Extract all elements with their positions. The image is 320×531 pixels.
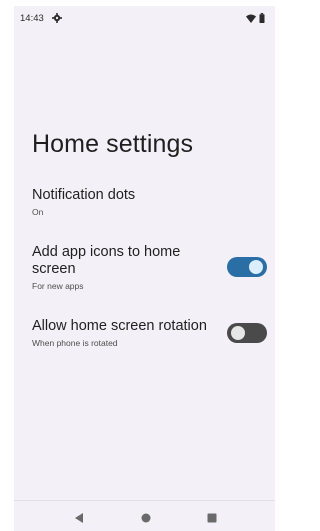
toggle-knob (231, 326, 245, 340)
toggle-knob (249, 260, 263, 274)
add-app-icons-toggle[interactable] (227, 257, 267, 277)
setting-subtitle: When phone is rotated (32, 338, 118, 348)
phone-screen: 14:43 Home settings Notification dots On… (14, 6, 275, 531)
settings-gear-icon (52, 13, 62, 23)
recents-icon[interactable] (205, 511, 219, 525)
setting-subtitle: For new apps (32, 281, 84, 291)
navigation-bar (14, 500, 275, 531)
setting-subtitle: On (32, 207, 44, 217)
home-icon[interactable] (139, 511, 153, 525)
status-bar: 14:43 (14, 6, 275, 30)
setting-add-app-icons[interactable]: Add app icons to home screen For new app… (32, 244, 215, 291)
home-screen-rotation-toggle[interactable] (227, 323, 267, 343)
status-time: 14:43 (20, 13, 44, 24)
setting-title: Add app icons to home screen (32, 244, 181, 277)
battery-icon (259, 13, 265, 23)
setting-title: Allow home screen rotation (32, 318, 207, 334)
setting-home-screen-rotation[interactable]: Allow home screen rotation When phone is… (32, 318, 223, 348)
wifi-icon (246, 14, 256, 23)
back-icon[interactable] (72, 511, 86, 525)
setting-title: Notification dots (32, 187, 136, 203)
page-title: Home settings (32, 130, 194, 158)
status-right-icons (246, 13, 265, 23)
setting-notification-dots[interactable]: Notification dots On (32, 187, 267, 217)
